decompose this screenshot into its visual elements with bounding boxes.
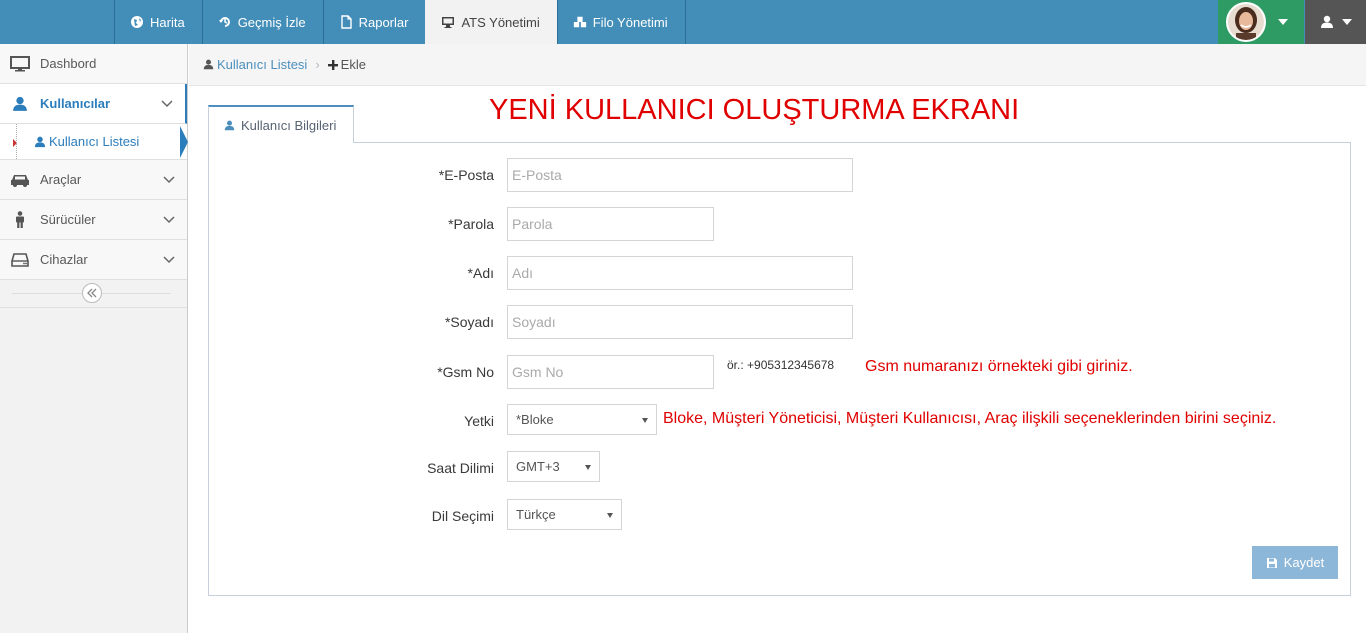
role-select-value: *Bloke — [516, 412, 554, 427]
sidebar-item-label: Araçlar — [40, 172, 82, 187]
save-button[interactable]: Kaydet — [1252, 546, 1338, 579]
role-select[interactable]: *Bloke — [507, 404, 657, 435]
car-icon — [10, 171, 30, 189]
timezone-select-value: GMT+3 — [516, 459, 560, 474]
timezone-select[interactable]: GMT+3 — [507, 451, 600, 482]
sidebar-item-label: Dashbord — [40, 56, 97, 71]
name-label: *Adı — [467, 265, 494, 281]
globe-icon — [131, 16, 143, 28]
caret-down-icon — [585, 465, 591, 470]
sidebar-item-dashbord[interactable]: Dashbord — [0, 44, 187, 84]
user-icon — [203, 59, 214, 70]
sidebar-item-label: Sürücüler — [40, 212, 96, 227]
hdd-icon — [10, 251, 30, 269]
sidebar: Dashbord Kullanıcılar Kullanıcı Listesi … — [0, 44, 188, 633]
active-indicator — [180, 126, 188, 158]
nav-filo-yonetimi[interactable]: Filo Yönetimi — [556, 0, 686, 44]
tree-line — [16, 124, 17, 159]
floppy-disk-icon — [1266, 557, 1277, 568]
nav-label: Geçmiş İzle — [237, 14, 306, 30]
nav-ats-yonetimi[interactable]: ATS Yönetimi — [425, 0, 557, 44]
language-select[interactable]: Türkçe — [507, 499, 622, 530]
caret-down-icon — [642, 418, 648, 423]
nav-label: ATS Yönetimi — [461, 14, 540, 30]
history-icon — [218, 17, 230, 27]
top-navbar: Harita Geçmiş İzle Raporlar ATS Yönetimi… — [0, 0, 1366, 44]
sidebar-item-cihazlar[interactable]: Cihazlar — [0, 240, 187, 280]
name-field[interactable]: Adı — [507, 256, 853, 290]
sidebar-subitem-label: Kullanıcı Listesi — [49, 134, 140, 149]
breadcrumb: Kullanıcı Listesi › Ekle — [189, 44, 1366, 86]
nav-label: Raporlar — [358, 14, 409, 30]
nav-label: Filo Yönetimi — [592, 14, 668, 30]
main-nav: Harita Geçmiş İzle Raporlar ATS Yönetimi… — [114, 0, 686, 44]
user-icon — [34, 136, 46, 147]
language-label: Dil Seçimi — [431, 508, 494, 524]
sidebar-item-label: Cihazlar — [40, 252, 88, 267]
avatar — [1226, 2, 1266, 42]
sidebar-collapse-row — [0, 280, 187, 308]
tab-label: Kullanıcı Bilgileri — [241, 117, 337, 133]
desktop-icon — [10, 55, 30, 73]
email-label: *E-Posta — [438, 167, 494, 183]
user-icon — [224, 120, 235, 130]
save-button-label: Kaydet — [1283, 555, 1325, 570]
password-field[interactable]: Parola — [507, 207, 714, 241]
password-label: *Parola — [448, 216, 494, 232]
caret-down-icon — [1278, 19, 1288, 25]
account-menu-toggle[interactable] — [1305, 0, 1366, 44]
chevron-down-icon — [163, 216, 175, 224]
role-label: Yetki — [464, 413, 494, 429]
gsm-note: Gsm numaranızı örnekteki gibi giriniz. — [865, 358, 1133, 375]
breadcrumb-separator: › — [315, 57, 320, 72]
gsm-field[interactable]: Gsm No — [507, 355, 714, 389]
cubes-icon — [573, 16, 586, 28]
monitor-icon — [442, 17, 455, 28]
plus-icon — [327, 59, 338, 70]
breadcrumb-link[interactable]: Kullanıcı Listesi — [217, 57, 307, 72]
avatar-image — [1228, 4, 1264, 40]
caret-down-icon — [1341, 19, 1352, 25]
sidebar-item-label: Kullanıcılar — [40, 96, 111, 111]
breadcrumb-current: Ekle — [340, 57, 366, 72]
caret-down-icon — [607, 513, 613, 518]
double-chevron-left-icon — [87, 288, 97, 298]
role-note: Bloke, Müşteri Yöneticisi, Müşteri Kulla… — [663, 410, 1277, 427]
gsm-label: *Gsm No — [437, 364, 494, 380]
timezone-label: Saat Dilimi — [427, 460, 494, 476]
user-menu-toggle[interactable] — [1218, 0, 1304, 44]
nav-raporlar[interactable]: Raporlar — [322, 0, 426, 44]
gsm-example: ör.: +905312345678 — [727, 358, 835, 372]
sidebar-item-suruculer[interactable]: Sürücüler — [0, 200, 187, 240]
chevron-down-icon — [161, 100, 173, 108]
email-field[interactable]: E-Posta — [507, 158, 853, 192]
sidebar-collapse-button[interactable] — [82, 283, 102, 303]
nav-harita[interactable]: Harita — [114, 0, 202, 44]
male-icon — [10, 210, 30, 229]
brand-area — [0, 0, 114, 44]
nav-label: Harita — [150, 14, 185, 30]
surname-field[interactable]: Soyadı — [507, 305, 853, 339]
tab-kullanici-bilgileri[interactable]: Kullanıcı Bilgileri — [208, 105, 354, 143]
nav-gecmis-izle[interactable]: Geçmiş İzle — [201, 0, 323, 44]
sidebar-item-kullanicilar[interactable]: Kullanıcılar — [0, 84, 187, 124]
language-select-value: Türkçe — [516, 507, 556, 522]
surname-label: *Soyadı — [444, 314, 494, 330]
sidebar-subitem-kullanici-listesi[interactable]: Kullanıcı Listesi — [0, 124, 188, 160]
document-icon — [340, 15, 352, 29]
user-icon — [10, 95, 30, 113]
chevron-down-icon — [163, 256, 175, 264]
page-title: YENİ KULLANICI OLUŞTURMA EKRANI — [489, 94, 1020, 126]
chevron-down-icon — [163, 176, 175, 184]
user-icon — [1320, 15, 1333, 28]
sidebar-item-araclar[interactable]: Araçlar — [0, 160, 187, 200]
